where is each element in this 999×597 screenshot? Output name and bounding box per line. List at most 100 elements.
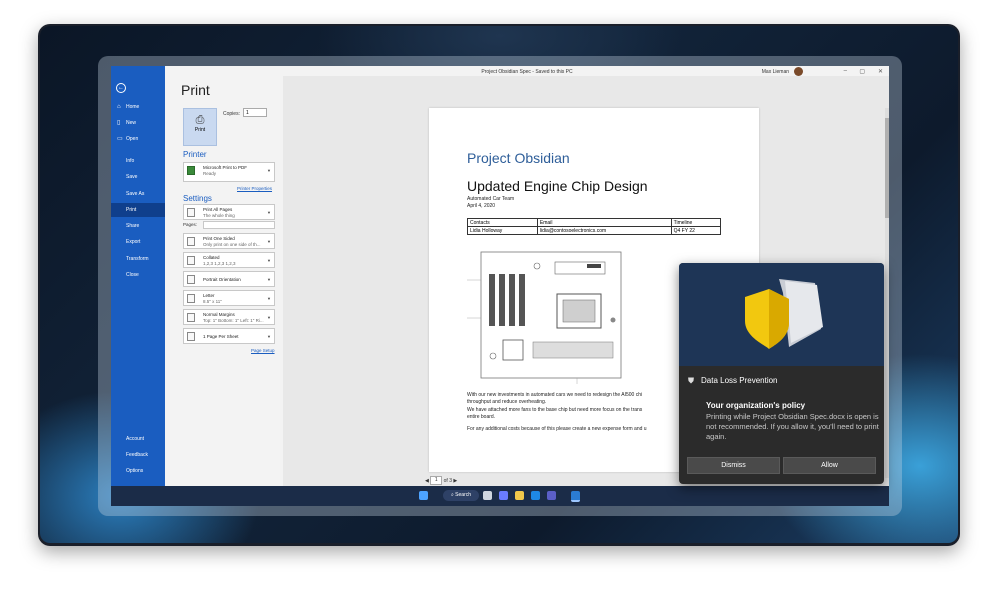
one-sided-icon [187, 237, 195, 246]
taskbar-search[interactable]: ⌕ Search [443, 490, 479, 501]
search-label: Search [455, 492, 472, 498]
new-doc-icon: ▯ [117, 120, 121, 126]
sidebar-item-feedback[interactable]: Feedback [111, 448, 165, 462]
sidebar-item-label: Save As [126, 191, 145, 197]
chevron-down-icon: ▼ [267, 210, 271, 215]
mail-icon[interactable] [531, 491, 540, 500]
setting-pages-per-sheet[interactable]: 1 Page Per Sheet ▼ [183, 328, 275, 344]
sidebar-item-label: Share [126, 223, 140, 229]
folder-icon: ▭ [117, 136, 123, 142]
paper-icon [187, 294, 195, 303]
sidebar-item-info[interactable]: Info [111, 154, 165, 168]
sidebar-item-home[interactable]: ⌂ Home [111, 100, 165, 114]
setting-label: Collated [203, 255, 220, 260]
sidebar-item-save[interactable]: Save [111, 170, 165, 184]
setting-orientation[interactable]: Portrait Orientation ▼ [183, 271, 275, 287]
back-arrow-icon[interactable]: ← [116, 83, 126, 93]
scrollbar-thumb[interactable] [885, 118, 889, 218]
printer-heading: Printer [183, 150, 207, 159]
setting-label: Normal Margins [203, 312, 235, 317]
allow-button[interactable]: Allow [783, 457, 876, 474]
portrait-icon [187, 275, 195, 284]
preview-scrollbar[interactable] [885, 108, 889, 478]
word-icon[interactable] [571, 491, 580, 502]
page-setup-link[interactable]: Page Setup [251, 348, 275, 353]
start-icon[interactable] [419, 491, 428, 500]
sidebar-item-export[interactable]: Export [111, 235, 165, 249]
notification-app-row: ⛊ Data Loss Prevention [688, 376, 778, 385]
shield-document-illustration [745, 279, 823, 349]
page-title: Print [181, 82, 210, 98]
dismiss-button[interactable]: Dismiss [687, 457, 780, 474]
chevron-down-icon: ▼ [267, 334, 271, 339]
close-icon[interactable]: ✕ [878, 68, 883, 75]
sidebar-item-label: Options [126, 468, 144, 474]
notification-app-name: Data Loss Prevention [701, 376, 778, 385]
sidebar-item-options[interactable]: Options [111, 464, 165, 478]
previous-page-icon[interactable]: ◀ [425, 478, 429, 484]
home-icon: ⌂ [117, 104, 121, 110]
page-total: of 3 [443, 477, 452, 484]
copies-label: Copies: [223, 111, 240, 117]
document-subtitle: Updated Engine Chip Design [467, 178, 648, 194]
table-header: Contacts [467, 218, 538, 227]
sidebar-item-label: Open [126, 136, 139, 142]
chat-icon[interactable] [499, 491, 508, 500]
sidebar-item-close[interactable]: Close [111, 268, 165, 282]
dlp-notification: ⛊ Data Loss Prevention Your organization'… [679, 263, 884, 484]
table-cell: Q4 FY 22 [670, 226, 722, 235]
setting-page-range[interactable]: Print All Pages The whole thing ▼ [183, 204, 275, 220]
sidebar-item-label: Close [126, 272, 139, 278]
margins-icon [187, 313, 195, 322]
chevron-down-icon: ▼ [267, 239, 271, 244]
sidebar-item-account[interactable]: Account [111, 432, 165, 446]
notification-title: Your organization's policy [706, 401, 806, 410]
next-page-icon[interactable]: ▶ [453, 478, 457, 484]
avatar[interactable] [794, 67, 803, 76]
user-name[interactable]: Max Lieman [762, 69, 789, 75]
task-view-icon[interactable] [483, 491, 492, 500]
taskbar: ⌕ Search [111, 486, 889, 506]
printer-status-icon [187, 166, 195, 175]
setting-label: 1 Page Per Sheet [203, 334, 239, 339]
setting-label: Print All Pages [203, 207, 233, 212]
page-number-input[interactable]: 1 [430, 476, 443, 485]
setting-margins[interactable]: Normal Margins Top: 1" Bottom: 1" Left: … [183, 309, 275, 325]
setting-detail: Only print on one side of th... [203, 242, 261, 247]
sidebar-item-label: Export [126, 239, 141, 245]
print-button[interactable]: ⎙ Print [183, 108, 217, 146]
setting-label: Letter [203, 293, 215, 298]
minimize-icon[interactable]: – [844, 68, 847, 74]
sidebar-item-new[interactable]: ▯ New [111, 116, 165, 130]
sidebar-item-label: Transform [126, 256, 149, 262]
contacts-table: Contacts Email Timeline Lidia Holloway l… [467, 218, 722, 235]
printer-name: Microsoft Print to PDF [203, 165, 248, 170]
chevron-down-icon: ▼ [267, 168, 271, 173]
document-title: Project Obsidian [467, 150, 570, 166]
table-row: Lidia Holloway lidia@contosoelectronics.… [467, 226, 722, 235]
printer-select[interactable]: Microsoft Print to PDF Ready ▼ [183, 162, 275, 182]
chevron-down-icon: ▼ [267, 296, 271, 301]
sidebar-item-print[interactable]: Print [111, 203, 165, 217]
copies-input[interactable]: 1 [243, 108, 267, 117]
sidebar-item-label: Print [126, 207, 137, 213]
file-explorer-icon[interactable] [515, 491, 524, 500]
printer-properties-link[interactable]: Printer Properties [237, 186, 272, 191]
sidebar-item-open[interactable]: ▭ Open [111, 132, 165, 146]
printer-icon: ⎙ [195, 114, 205, 126]
pages-input[interactable] [203, 221, 275, 229]
sidebar-item-transform[interactable]: Transform [111, 252, 165, 266]
setting-paper-size[interactable]: Letter 8.5" x 11" ▼ [183, 290, 275, 306]
teams-icon[interactable] [547, 491, 556, 500]
pages-label: Pages: [183, 222, 198, 227]
maximize-icon[interactable]: ▢ [859, 68, 865, 75]
setting-detail: 1,2,3 1,2,3 1,2,3 [203, 261, 236, 266]
sidebar-item-share[interactable]: Share [111, 219, 165, 233]
setting-sides[interactable]: Print One Sided Only print on one side o… [183, 233, 275, 249]
setting-collation[interactable]: Collated 1,2,3 1,2,3 1,2,3 ▼ [183, 252, 275, 268]
settings-heading: Settings [183, 194, 212, 203]
sidebar-item-label: Save [126, 174, 138, 180]
sidebar-item-save-as[interactable]: Save As [111, 187, 165, 201]
notification-body: Printing while Project Obsidian Spec.doc… [706, 412, 879, 441]
sidebar-item-label: Home [126, 104, 140, 110]
